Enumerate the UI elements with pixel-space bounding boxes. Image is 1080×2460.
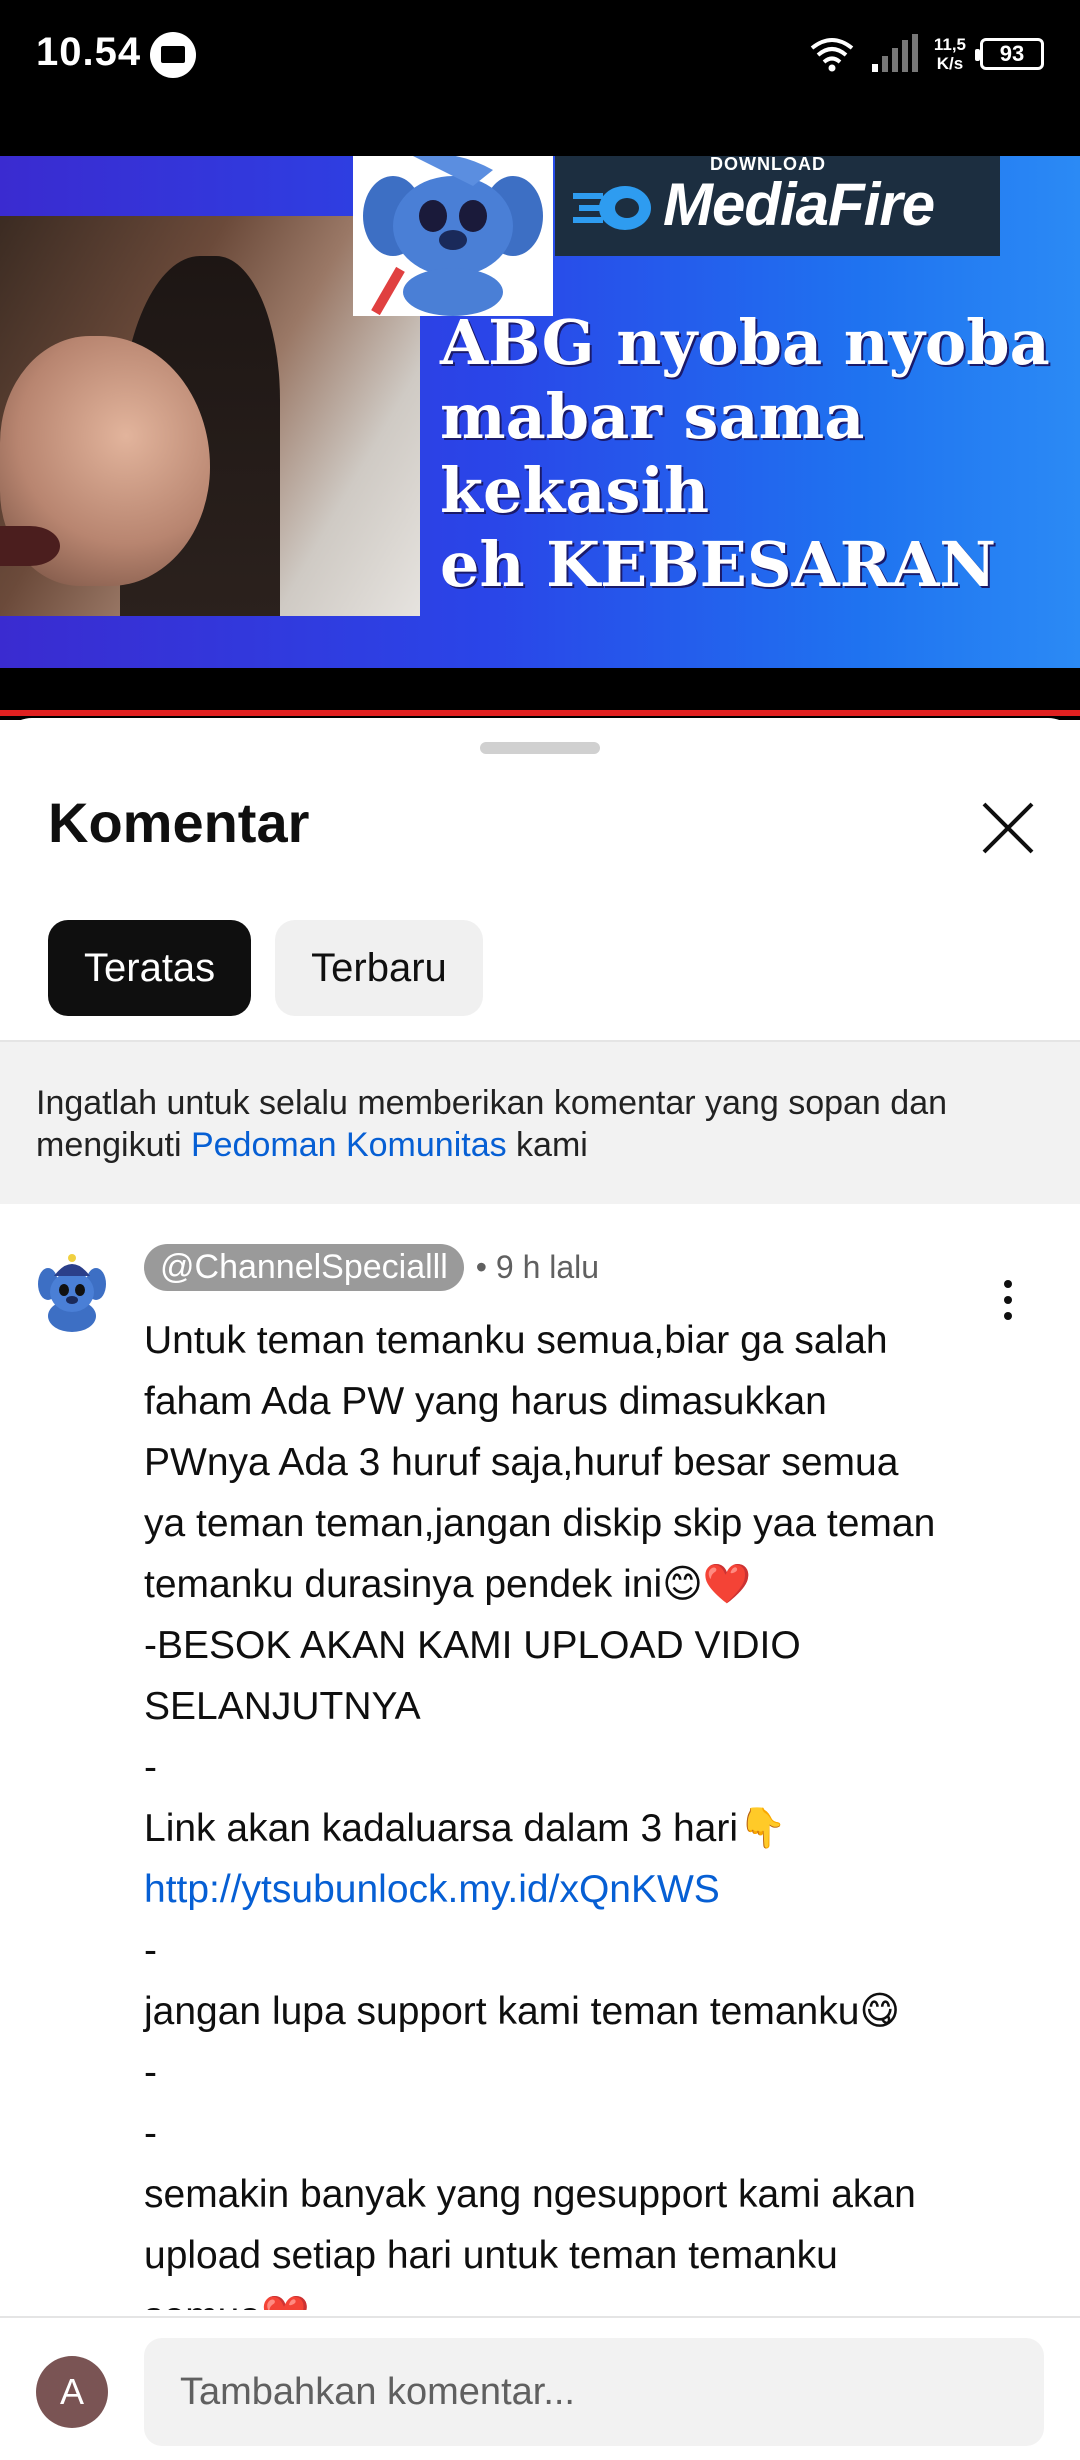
net-speed: 11,5 K/s [934, 35, 966, 73]
comment-line: SELANJUTNYA [144, 1685, 421, 1728]
sort-tabs: Teratas Terbaru [48, 920, 483, 1016]
community-guidelines-link[interactable]: Pedoman Komunitas [191, 1126, 507, 1164]
comment-author[interactable]: @ChannelSpecialll [144, 1244, 464, 1291]
comment-line: ya teman teman,jangan diskip skip yaa te… [144, 1502, 936, 1545]
add-comment-bar: A [0, 2316, 1080, 2460]
comment-line: Link akan kadaluarsa dalam 3 hari👇 [144, 1807, 787, 1850]
sheet-title: Komentar [48, 791, 310, 854]
user-avatar[interactable]: A [36, 2356, 108, 2428]
notice-suffix: kami [506, 1126, 588, 1164]
comment-item: @ChannelSpecialll • 9 h lalu Untuk teman… [0, 1230, 1080, 2310]
stitch-character-image [353, 156, 553, 316]
mediafire-banner: DOWNLOAD MediaFire [555, 156, 1000, 256]
comment-line: semua❤️ [144, 2286, 1024, 2310]
comment-text: Untuk teman temanku semua,biar ga salah … [144, 1310, 1024, 2310]
close-icon [982, 802, 1034, 854]
comment-line: - [144, 1929, 157, 1972]
drag-handle[interactable] [480, 742, 600, 754]
video-thumbnail[interactable]: DOWNLOAD MediaFire ABG nyoba nyoba mabar… [0, 156, 1080, 668]
comment-line: faham Ada PW yang harus dimasukkan [144, 1380, 827, 1423]
avatar[interactable] [32, 1254, 112, 1334]
notification-app-icon [150, 32, 196, 78]
headline-line: ABG nyoba nyoba [440, 306, 1050, 379]
status-indicators: 11,5 K/s 93 [808, 30, 1044, 78]
signal-icon [871, 34, 918, 72]
mediafire-brand-name: MediaFire [663, 171, 935, 238]
battery-level: 93 [999, 41, 1025, 66]
headline-line: mabar sama [440, 380, 865, 453]
community-notice: Ingatlah untuk selalu memberikan komenta… [0, 1040, 1080, 1204]
comment-line: semakin banyak yang ngesupport kami akan [144, 2173, 916, 2216]
add-comment-input[interactable] [144, 2338, 1044, 2446]
close-button[interactable] [968, 788, 1048, 868]
tab-teratas[interactable]: Teratas [48, 920, 252, 1016]
status-time: 10.54 [36, 30, 142, 74]
comment-line: -BESOK AKAN KAMI UPLOAD VIDIO [144, 1624, 801, 1667]
comment-meta: @ChannelSpecialll • 9 h lalu [144, 1244, 599, 1291]
wifi-icon [810, 38, 854, 72]
comment-line: temanku durasinya pendek ini😊❤️ [144, 1563, 752, 1606]
status-bar: 10.54 11,5 K/s 93 [0, 0, 1080, 108]
battery-icon: 93 [975, 38, 1044, 70]
net-speed-value: 11,5 [933, 35, 966, 54]
video-headline: ABG nyoba nyoba mabar sama kekasih eh KE… [440, 306, 1080, 602]
headline-line: eh KEBESARAN [440, 528, 997, 601]
comment-line: Untuk teman temanku semua,biar ga salah [144, 1319, 888, 1362]
net-speed-unit: K/s [936, 54, 964, 73]
video-progress-bar[interactable] [0, 710, 1080, 716]
comment-line: - [144, 2051, 157, 2094]
video-player[interactable]: DOWNLOAD MediaFire ABG nyoba nyoba mabar… [0, 108, 1080, 720]
tab-terbaru[interactable]: Terbaru [275, 920, 483, 1016]
comment-time: • 9 h lalu [475, 1249, 600, 1285]
comments-sheet: Komentar Teratas Terbaru Ingatlah untuk … [0, 718, 1080, 2460]
comment-line: jangan lupa support kami teman temanku😋 [144, 1990, 901, 2033]
comment-line: - [144, 2112, 157, 2155]
comment-line: PWnya Ada 3 huruf saja,huruf besar semua [144, 1441, 899, 1484]
comment-link[interactable]: http://ytsubunlock.my.id/xQnKWS [144, 1859, 1024, 1920]
mediafire-logo-icon [573, 186, 651, 230]
headline-line: kekasih [440, 454, 710, 527]
comment-line: - [144, 1746, 157, 1789]
comment-line: upload setiap hari untuk teman temanku [144, 2234, 838, 2277]
